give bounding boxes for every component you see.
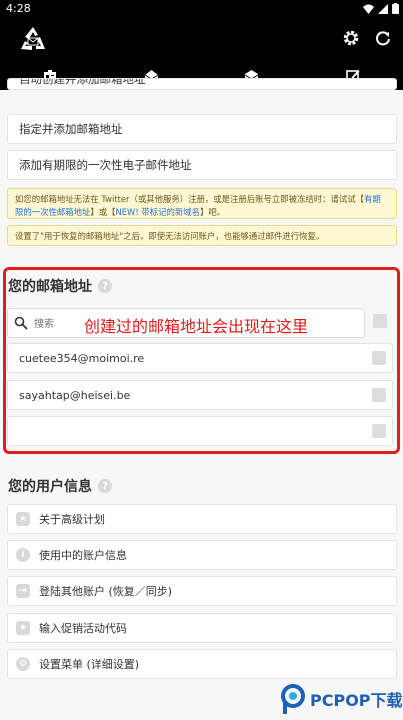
signal-icon	[378, 3, 388, 14]
mail-section-title: 您的邮箱地址 ?	[8, 276, 112, 296]
promo-code-item[interactable]: ★ 输入促销活动代码	[7, 613, 397, 643]
address-row[interactable]: cuetee354@moimoi.re	[7, 343, 393, 373]
auto-create-address-button[interactable]: 自动创建并添加邮箱地址	[7, 78, 397, 90]
account-info-item[interactable]: i 使用中的账户信息	[7, 540, 397, 570]
refresh-icon[interactable]	[373, 28, 393, 48]
settings-menu-item[interactable]: ⚙ 设置菜单 (详细设置)	[7, 649, 397, 679]
help-icon[interactable]: ?	[98, 479, 112, 493]
specify-add-address-button[interactable]: 指定并添加邮箱地址	[7, 114, 397, 144]
pcpop-logo-icon	[281, 684, 305, 714]
user-section-title: 您的用户信息 ?	[8, 476, 112, 496]
add-limited-address-button[interactable]: 添加有期限的一次性电子邮件地址	[7, 150, 397, 180]
address-checkbox[interactable]	[372, 388, 386, 402]
info-icon: i	[16, 548, 30, 562]
watermark-text: PCPOP下载	[310, 691, 403, 710]
address-checkbox[interactable]	[372, 351, 386, 365]
watermark: PCPOP下载	[280, 684, 403, 714]
star-icon: ★	[16, 512, 30, 526]
gear-icon: ⚙	[16, 657, 30, 671]
battery-icon	[392, 3, 399, 14]
status-time: 4:28	[6, 2, 31, 15]
help-icon[interactable]: ?	[98, 279, 112, 293]
search-icon	[14, 316, 28, 330]
address-row-empty[interactable]	[7, 416, 393, 446]
status-bar: 4:28	[0, 0, 403, 18]
gear-icon[interactable]	[341, 28, 361, 48]
address-row[interactable]: sayahtap@heisei.be	[7, 380, 393, 410]
login-icon: ⇥	[16, 584, 30, 598]
recycle-mail-logo-icon	[21, 27, 45, 50]
wifi-icon	[363, 4, 374, 14]
new-domain-link[interactable]: NEW! 带标记的新域名	[116, 207, 200, 217]
status-icons	[363, 3, 399, 14]
recovery-notice[interactable]: 设置了"用于恢复的邮箱地址"之后，即使无法访问账户，也能够通过邮件进行恢复。	[7, 225, 397, 246]
premium-plan-item[interactable]: ★ 关于高级计划	[7, 504, 397, 534]
twitter-notice: 如您的邮箱地址无法在 Twitter（或其他服务）注册，或是注册后账号立即被冻结…	[7, 188, 397, 219]
search-input[interactable]	[34, 314, 84, 334]
annotation-note: 创建过的邮箱地址会出现在这里	[84, 317, 309, 336]
address-checkbox[interactable]	[372, 424, 386, 438]
select-all-checkbox[interactable]	[373, 314, 387, 328]
login-other-account-item[interactable]: ⇥ 登陆其他账户 (恢复／同步)	[7, 576, 397, 606]
star-icon: ★	[16, 621, 30, 635]
